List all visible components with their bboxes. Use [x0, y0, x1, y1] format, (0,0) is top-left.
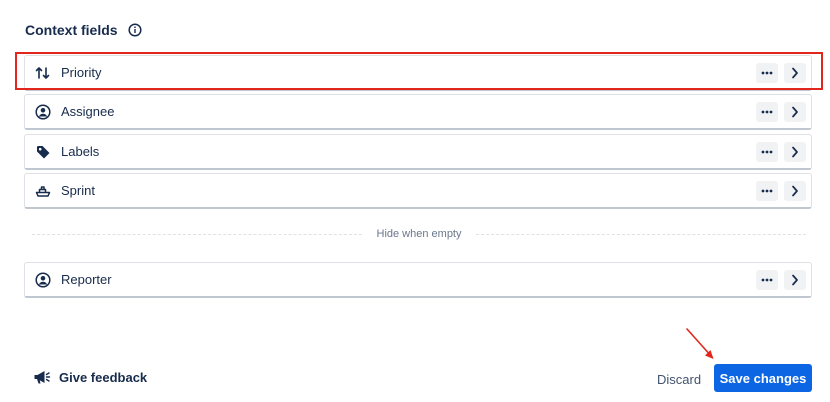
info-icon[interactable] — [128, 23, 142, 37]
field-row-assignee[interactable]: Assignee — [24, 94, 812, 130]
more-options-button[interactable] — [756, 102, 778, 122]
save-changes-button[interactable]: Save changes — [714, 364, 812, 392]
discard-button[interactable]: Discard — [651, 366, 707, 392]
more-options-button[interactable] — [756, 63, 778, 83]
chevron-right-icon[interactable] — [784, 270, 806, 290]
user-avatar-icon — [35, 104, 51, 120]
field-row-sprint[interactable]: Sprint — [24, 173, 812, 209]
tag-icon — [35, 144, 51, 160]
sprint-boat-icon — [35, 183, 51, 199]
hide-when-empty-divider: Hide when empty — [32, 227, 806, 241]
divider-label: Hide when empty — [376, 228, 462, 240]
field-label: Sprint — [61, 183, 95, 198]
give-feedback-label: Give feedback — [59, 369, 148, 385]
priority-icon — [35, 65, 51, 81]
chevron-right-icon[interactable] — [784, 181, 806, 201]
chevron-right-icon[interactable] — [784, 142, 806, 162]
user-avatar-icon — [35, 272, 51, 288]
section-title: Context fields — [25, 22, 118, 38]
field-row-priority[interactable]: Priority — [24, 55, 812, 91]
more-options-button[interactable] — [756, 142, 778, 162]
chevron-right-icon[interactable] — [784, 102, 806, 122]
megaphone-icon — [33, 369, 51, 385]
annotation-arrow — [686, 328, 714, 359]
field-label: Assignee — [61, 104, 115, 119]
more-options-button[interactable] — [756, 270, 778, 290]
field-row-reporter[interactable]: Reporter — [24, 262, 812, 298]
field-label: Reporter — [61, 272, 112, 287]
give-feedback-button[interactable]: Give feedback — [33, 369, 147, 385]
field-row-labels[interactable]: Labels — [24, 134, 812, 170]
field-label: Labels — [61, 144, 100, 159]
field-label: Priority — [61, 65, 102, 80]
more-options-button[interactable] — [756, 181, 778, 201]
context-fields-header: Context fields — [25, 22, 142, 38]
chevron-right-icon[interactable] — [784, 63, 806, 83]
